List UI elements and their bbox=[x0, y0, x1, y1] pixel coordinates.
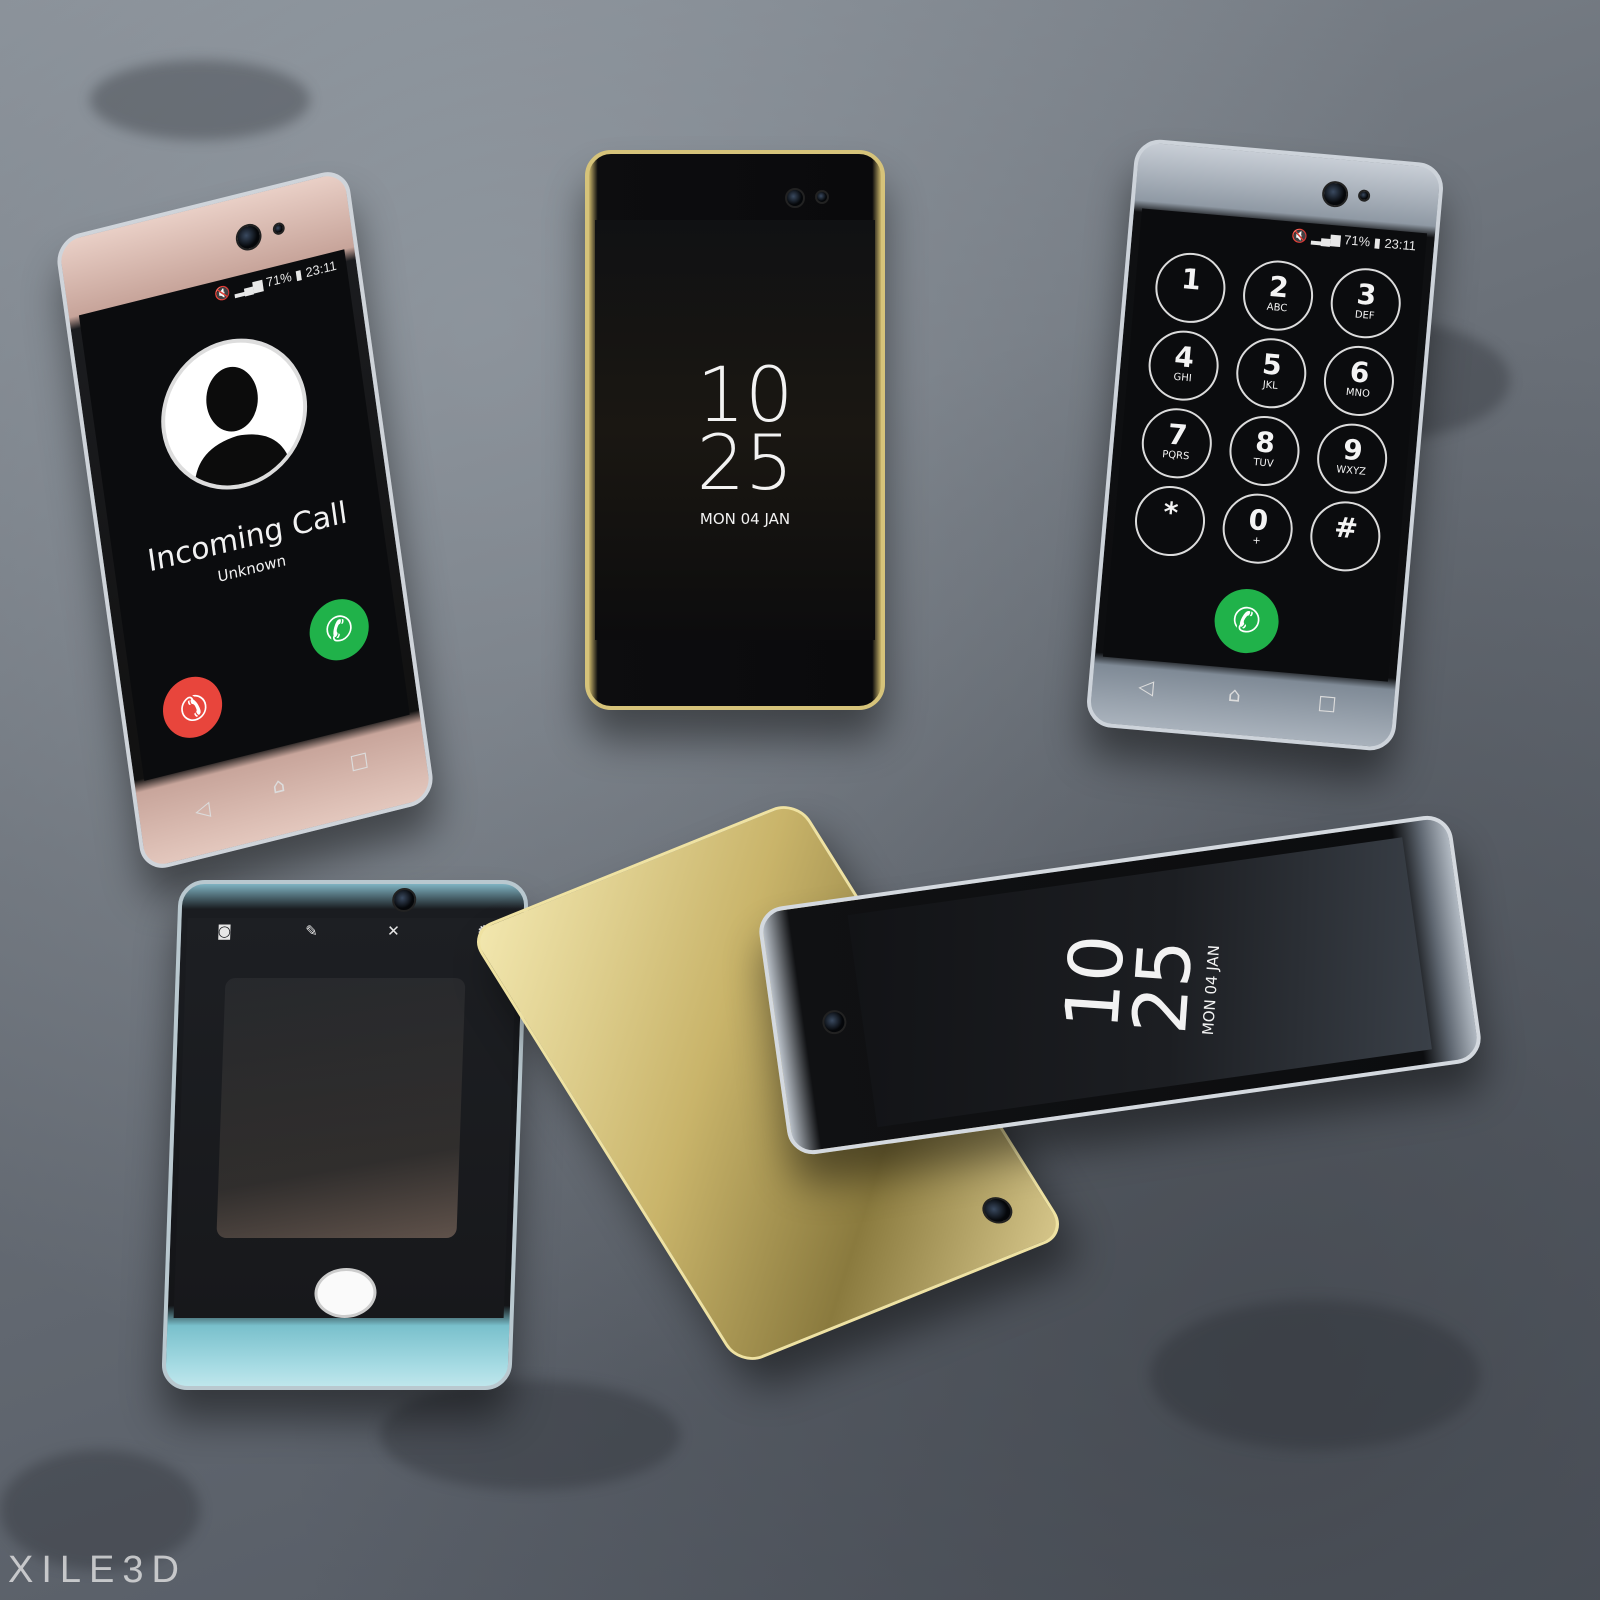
clock-time: 23:11 bbox=[304, 257, 338, 281]
signal-icon: ▂▄▆ bbox=[233, 276, 264, 298]
screen-lock-clock: 10 25 MON 04 JAN bbox=[595, 220, 875, 640]
dial-key-hash[interactable]: # bbox=[1307, 498, 1384, 575]
front-sensor bbox=[815, 190, 829, 204]
dial-key-5[interactable]: 5 JKL bbox=[1233, 335, 1310, 412]
decline-call-button[interactable]: ✆ bbox=[159, 670, 227, 745]
lock-clock-minute: 25 bbox=[696, 418, 794, 507]
nav-back-button[interactable]: ◁ bbox=[1137, 674, 1154, 699]
front-camera bbox=[785, 188, 805, 208]
edit-icon[interactable]: ✎ bbox=[305, 922, 318, 940]
nav-recents-button[interactable]: □ bbox=[1317, 690, 1338, 716]
status-bar: 🔇 ▂▄▆ 71% ▮ 23:11 bbox=[1291, 228, 1417, 255]
dial-key-6[interactable]: 6 MNO bbox=[1321, 343, 1397, 419]
battery-icon: ▮ bbox=[294, 266, 304, 283]
mute-icon: 🔇 bbox=[213, 284, 232, 303]
shutter-button-icon[interactable] bbox=[313, 1268, 378, 1318]
dial-key-8[interactable]: 8 TUV bbox=[1226, 413, 1303, 489]
phone-clock-flat: 10 25 MON 04 JAN bbox=[756, 812, 1484, 1158]
phone-dialer: 🔇 ▂▄▆ 71% ▮ 23:11 1 2 ABC 3 DEF 4 GHI 5 JKL … bbox=[1084, 137, 1446, 753]
dial-key-0[interactable]: 0 + bbox=[1219, 490, 1296, 567]
phone-camera-flat: ◙ ✎ ✕ ⚙ bbox=[161, 880, 529, 1390]
accept-call-button[interactable]: ✆ bbox=[305, 592, 373, 667]
battery-icon: ▮ bbox=[1373, 234, 1382, 251]
phone-decline-icon: ✆ bbox=[168, 684, 217, 731]
screen-dialer: 🔇 ▂▄▆ 71% ▮ 23:11 1 2 ABC 3 DEF 4 GHI 5 JKL … bbox=[1102, 208, 1428, 682]
concrete-surface-scene: 🔇 ▂▄▆ 71% ▮ 23:11 Incoming Call Unknown … bbox=[0, 0, 1600, 1600]
dial-key-star[interactable]: * bbox=[1132, 483, 1208, 559]
nav-back-button[interactable]: ◁ bbox=[193, 796, 211, 824]
camera-toolbar: ◙ ✎ ✕ ⚙ bbox=[187, 922, 518, 946]
dial-key-4[interactable]: 4 GHI bbox=[1145, 327, 1222, 404]
camera-icon[interactable]: ◙ bbox=[217, 922, 232, 940]
flat-clock-group: 10 25 MON 04 JAN bbox=[1041, 849, 1239, 1121]
dial-key-1[interactable]: 1 bbox=[1152, 249, 1229, 326]
dial-key-7[interactable]: 7 PQRS bbox=[1138, 405, 1215, 482]
battery-level: 71% bbox=[1343, 232, 1371, 250]
close-icon[interactable]: ✕ bbox=[387, 922, 400, 940]
floor-stain bbox=[380, 1380, 680, 1490]
dial-key-9[interactable]: 9 WXYZ bbox=[1314, 420, 1391, 497]
screen-camera: ◙ ✎ ✕ ⚙ bbox=[173, 918, 518, 1318]
dial-key-3[interactable]: 3 DEF bbox=[1327, 265, 1404, 342]
nav-home-button[interactable]: ⌂ bbox=[1227, 682, 1242, 707]
watermark-logo: XILE3D bbox=[8, 1549, 187, 1591]
dial-key-2[interactable]: 2 ABC bbox=[1240, 257, 1316, 334]
rear-camera bbox=[976, 1193, 1018, 1228]
battery-level: 71% bbox=[265, 268, 293, 290]
phone-incoming-call: 🔇 ▂▄▆ 71% ▮ 23:11 Incoming Call Unknown … bbox=[54, 166, 436, 874]
camera-viewfinder-reflection bbox=[216, 978, 466, 1238]
person-silhouette-icon bbox=[151, 322, 317, 506]
floor-stain bbox=[90, 60, 310, 140]
lock-clock-date: MON 04 JAN bbox=[699, 510, 791, 528]
floor-stain bbox=[1150, 1300, 1480, 1450]
nav-recents-button[interactable]: □ bbox=[348, 746, 370, 774]
phone-call-icon: ✆ bbox=[1230, 599, 1263, 643]
phone-accept-icon: ✆ bbox=[322, 606, 356, 654]
mute-icon: 🔇 bbox=[1291, 227, 1309, 244]
screen-clock-flat: 10 25 MON 04 JAN bbox=[847, 837, 1432, 1128]
signal-icon: ▂▄▆ bbox=[1310, 229, 1342, 247]
phone-lock-clock: 10 25 MON 04 JAN bbox=[585, 150, 885, 710]
clock-time: 23:11 bbox=[1383, 235, 1417, 254]
dial-call-button[interactable]: ✆ bbox=[1211, 586, 1282, 656]
